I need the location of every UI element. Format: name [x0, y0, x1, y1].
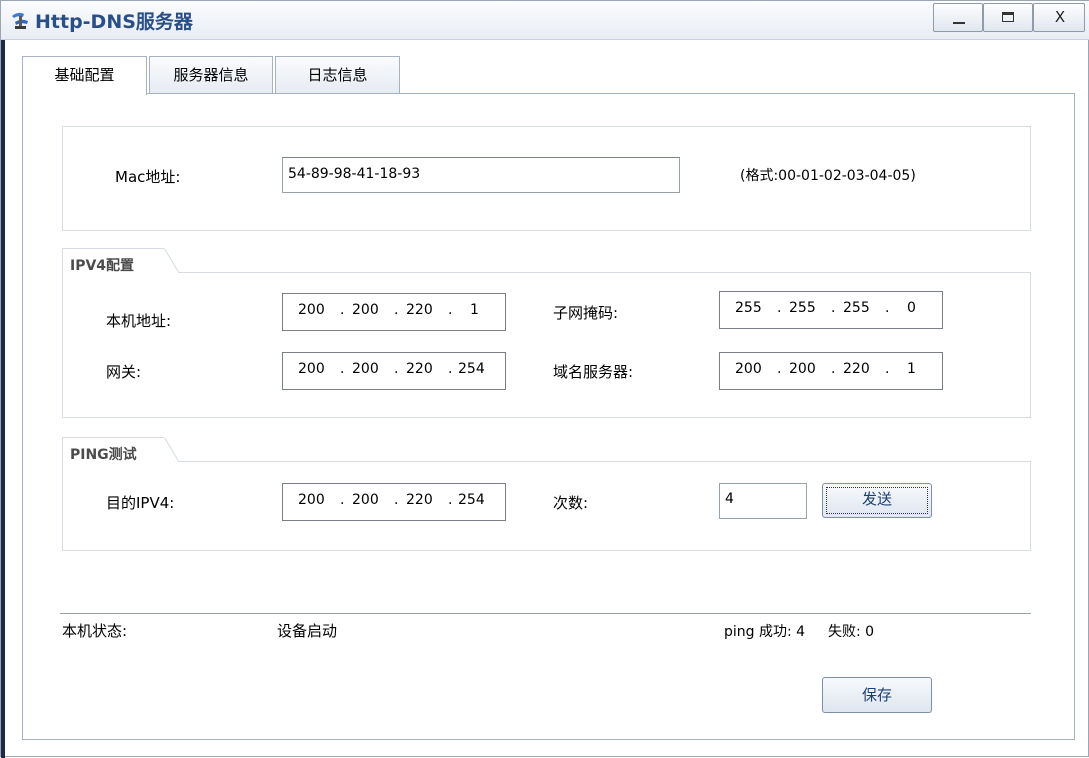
ip-segment: 255 — [843, 300, 870, 316]
subnet-mask-label: 子网掩码: — [553, 304, 619, 322]
ip-dot: . — [831, 361, 836, 377]
ip-dot: . — [340, 361, 345, 377]
ip-segment: 200 — [352, 302, 379, 318]
ip-segment: 1 — [907, 361, 916, 377]
ping-count-value: 4 — [725, 491, 734, 507]
ip-dot: . — [777, 361, 782, 377]
ip-segment: 200 — [298, 361, 325, 377]
ip-dot: . — [448, 361, 453, 377]
gateway-input[interactable]: 200 . 200 . 220 . 254 — [282, 352, 506, 390]
ping-success-label: ping 成功: — [724, 624, 792, 640]
gateway-label: 网关: — [106, 363, 142, 381]
minimize-button[interactable] — [933, 3, 983, 32]
ping-count-label: 次数: — [553, 494, 589, 512]
ping-tab-slant — [164, 437, 180, 464]
tab-log-info[interactable]: 日志信息 — [275, 56, 400, 94]
mac-input-value: 54-89-98-41-18-93 — [288, 166, 421, 182]
ip-segment: 200 — [352, 492, 379, 508]
ip-dot: . — [777, 300, 782, 316]
ip-dot: . — [448, 492, 453, 508]
ip-segment: 200 — [735, 361, 762, 377]
ping-count-input[interactable]: 4 — [719, 483, 807, 519]
maximize-icon — [1002, 12, 1014, 22]
ping-target-input[interactable]: 200 . 200 . 220 . 254 — [282, 483, 506, 521]
ping-fail-label: 失败: — [827, 624, 861, 640]
ip-dot: . — [885, 361, 890, 377]
main-window: Http-DNS服务器 X 基础配置 服务器信息 日志信息 Mac地址: 54-… — [0, 0, 1089, 758]
close-button[interactable]: X — [1033, 3, 1085, 32]
close-icon: X — [1054, 8, 1066, 26]
tab-server-info[interactable]: 服务器信息 — [149, 56, 273, 94]
ip-segment: 0 — [907, 300, 916, 316]
ping-group-tab: PING测试 — [62, 437, 180, 464]
status-divider — [60, 613, 1031, 614]
local-address-label: 本机地址: — [106, 312, 172, 330]
dns-server-input[interactable]: 200 . 200 . 220 . 1 — [719, 352, 943, 390]
ip-dot: . — [340, 492, 345, 508]
ip-segment: 220 — [406, 302, 433, 318]
ip-dot: . — [394, 361, 399, 377]
save-button-label: 保存 — [861, 686, 892, 704]
tab-basic-config[interactable]: 基础配置 — [22, 56, 147, 95]
ip-segment: 255 — [735, 300, 762, 316]
ip-segment: 200 — [298, 492, 325, 508]
ip-segment: 200 — [352, 361, 379, 377]
send-button-focus-ring — [826, 487, 928, 514]
ip-dot: . — [831, 300, 836, 316]
ip-dot: . — [394, 492, 399, 508]
mac-format-hint: (格式:00-01-02-03-04-05) — [740, 168, 916, 184]
ipv4-tab-slant — [164, 248, 180, 275]
ip-segment: 200 — [298, 302, 325, 318]
dns-server-label: 域名服务器: — [553, 363, 634, 381]
ping-target-label: 目的IPV4: — [106, 494, 175, 512]
ip-segment: 220 — [406, 361, 433, 377]
ip-segment: 220 — [406, 492, 433, 508]
minimize-icon — [953, 22, 965, 24]
ip-dot: . — [340, 302, 345, 318]
ip-segment: 1 — [470, 302, 479, 318]
ipv4-group-title: IPV4配置 — [70, 258, 135, 274]
status-value: 设备启动 — [277, 622, 338, 640]
mac-label: Mac地址: — [115, 168, 181, 186]
mac-input[interactable]: 54-89-98-41-18-93 — [282, 157, 680, 193]
local-address-input[interactable]: 200 . 200 . 220 . 1 — [282, 293, 506, 331]
ip-dot: . — [448, 302, 453, 318]
ping-success-value: 4 — [796, 624, 806, 640]
window-left-edge — [1, 1, 5, 758]
ping-summary: ping 成功: 4 失败: 0 — [724, 621, 874, 641]
ip-segment: 255 — [789, 300, 816, 316]
subnet-mask-input[interactable]: 255 . 255 . 255 . 0 — [719, 291, 943, 329]
ip-segment: 254 — [458, 361, 485, 377]
save-button[interactable]: 保存 — [822, 677, 932, 713]
ip-segment: 254 — [458, 492, 485, 508]
ping-group-title: PING测试 — [70, 447, 137, 463]
status-label: 本机状态: — [62, 622, 128, 640]
ip-segment: 200 — [789, 361, 816, 377]
maximize-button[interactable] — [983, 3, 1033, 32]
app-icon — [12, 12, 28, 29]
window-title: Http-DNS服务器 — [35, 11, 193, 33]
ip-dot: . — [885, 300, 890, 316]
ping-fail-value: 0 — [865, 624, 875, 640]
send-button[interactable]: 发送 — [822, 483, 932, 518]
ip-dot: . — [394, 302, 399, 318]
ip-segment: 220 — [843, 361, 870, 377]
ipv4-group-tab: IPV4配置 — [62, 248, 180, 275]
title-bar[interactable]: Http-DNS服务器 X — [1, 1, 1089, 40]
